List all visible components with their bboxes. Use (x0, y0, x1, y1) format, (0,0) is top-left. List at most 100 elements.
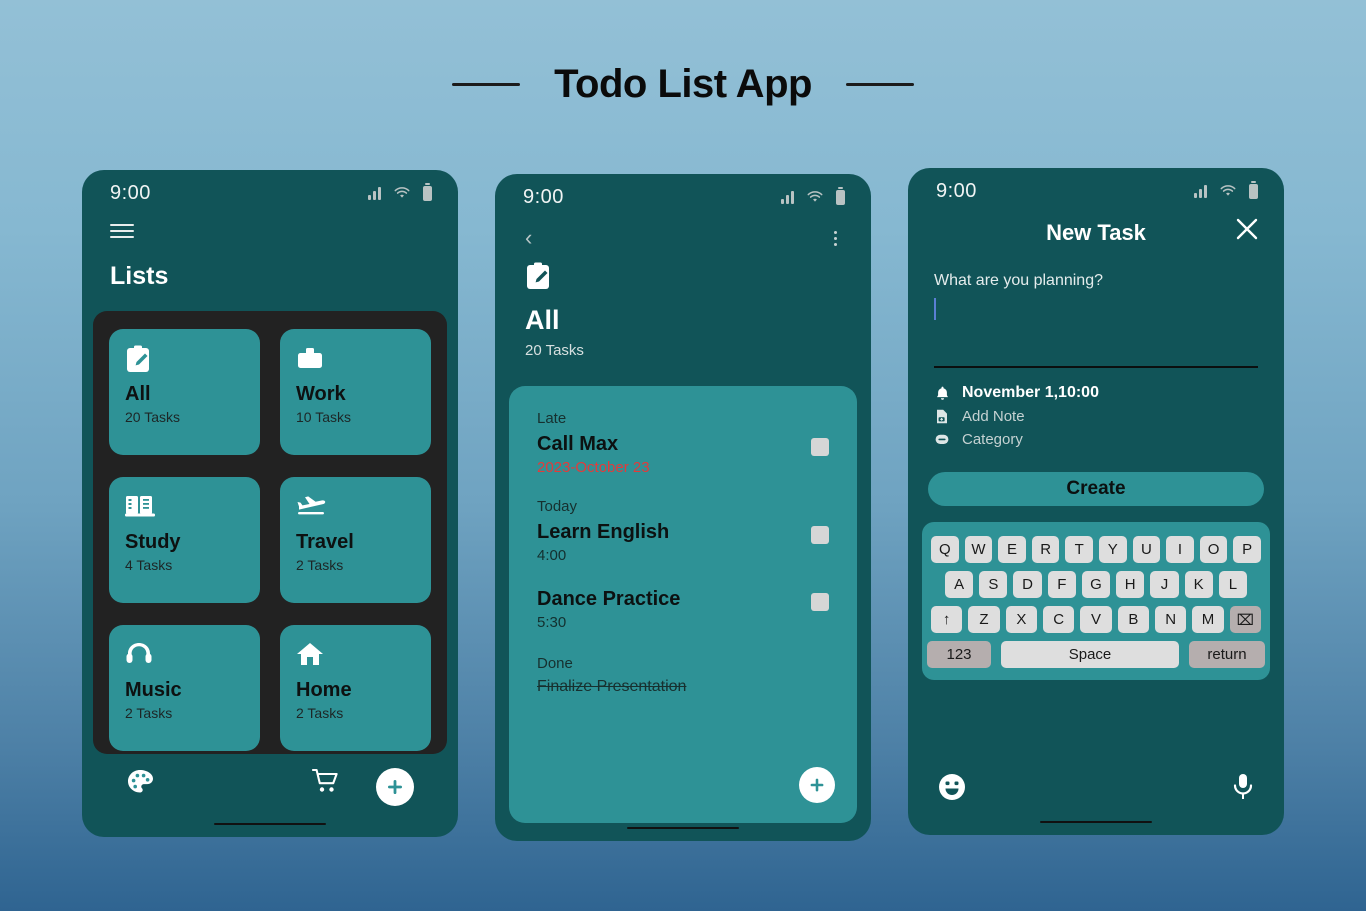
numbers-key[interactable]: 123 (927, 641, 991, 668)
key-o[interactable]: O (1199, 536, 1228, 563)
list-card-name: Music (125, 679, 182, 701)
task-checkbox[interactable] (811, 526, 829, 544)
list-card-study[interactable]: Study 4 Tasks (109, 477, 260, 603)
tag-icon (934, 434, 950, 445)
list-card-count: 2 Tasks (125, 705, 173, 721)
key-f[interactable]: F (1047, 571, 1076, 598)
wifi-icon (807, 191, 823, 203)
key-g[interactable]: G (1081, 571, 1111, 598)
status-time: 9:00 (936, 179, 977, 202)
list-card-home[interactable]: Home 2 Tasks (280, 625, 431, 751)
new-task-title: New Task (1046, 220, 1146, 245)
status-icons (1194, 180, 1258, 199)
task-meta: 5:30 (537, 614, 567, 631)
task-row[interactable]: Call Max 2023-October 23 (537, 433, 829, 476)
list-card-travel[interactable]: Travel 2 Tasks (280, 477, 431, 603)
clipboard-pencil-icon (125, 345, 244, 375)
key-s[interactable]: S (979, 571, 1008, 598)
option-category[interactable]: Category (934, 431, 1258, 448)
key-m[interactable]: M (1192, 606, 1224, 633)
create-task-button[interactable]: Create (928, 472, 1264, 506)
key-r[interactable]: R (1031, 536, 1060, 563)
key-h[interactable]: H (1116, 571, 1145, 598)
key-q[interactable]: Q (931, 536, 959, 563)
task-name-input[interactable] (934, 290, 1258, 366)
key-n[interactable]: N (1154, 606, 1187, 633)
key-p[interactable]: P (1233, 536, 1261, 563)
key-a[interactable]: A (945, 571, 974, 598)
emoji-face-icon[interactable] (938, 773, 966, 806)
task-title: Dance Practice (537, 588, 681, 610)
list-card-work[interactable]: Work 10 Tasks (280, 329, 431, 455)
lists-grid: All 20 Tasks Work 10 Tasks Study 4 Tasks (109, 329, 431, 751)
shopping-cart-icon[interactable] (311, 768, 340, 799)
kebab-menu-icon[interactable] (830, 227, 841, 250)
task-row[interactable]: Finalize Presentation (537, 678, 829, 696)
key-t[interactable]: T (1065, 536, 1093, 563)
task-input-prompt: What are you planning? (934, 272, 1103, 289)
key-d[interactable]: D (1013, 571, 1042, 598)
option-reminder[interactable]: November 1,10:00 (934, 384, 1258, 402)
status-icons (368, 182, 432, 201)
wifi-icon (1220, 185, 1236, 197)
home-icon (296, 641, 415, 671)
clipboard-pencil-icon (525, 262, 841, 295)
airplane-icon (296, 493, 415, 523)
backspace-key[interactable]: ⌧ (1229, 606, 1261, 633)
key-x[interactable]: X (1005, 606, 1037, 633)
space-key[interactable]: Space (1001, 641, 1179, 668)
key-l[interactable]: L (1218, 571, 1247, 598)
key-z[interactable]: Z (968, 606, 1000, 633)
key-e[interactable]: E (998, 536, 1026, 563)
key-v[interactable]: V (1080, 606, 1112, 633)
shift-key[interactable]: ↑ (931, 606, 963, 633)
key-u[interactable]: U (1132, 536, 1161, 563)
key-i[interactable]: I (1166, 536, 1194, 563)
task-row[interactable]: Dance Practice 5:30 (537, 588, 829, 631)
page-title-bar: Todo List App (0, 62, 1366, 107)
task-checkbox[interactable] (811, 593, 829, 611)
key-b[interactable]: B (1117, 606, 1149, 633)
palette-icon[interactable] (126, 768, 154, 801)
keyboard-row-1: Q W E R T Y U I O P (931, 536, 1261, 563)
status-bar: 9:00 (82, 170, 458, 216)
phone-screen-new-task: 9:00 New Task What are you planning? Nov… (908, 168, 1284, 835)
status-time: 9:00 (110, 181, 151, 204)
task-row[interactable]: Learn English 4:00 (537, 521, 829, 564)
task-title: Call Max (537, 433, 619, 455)
top-bar (82, 216, 458, 246)
return-key[interactable]: return (1189, 641, 1265, 668)
battery-icon (423, 182, 432, 201)
note-add-icon (934, 409, 950, 424)
option-add-note[interactable]: Add Note (934, 408, 1258, 425)
list-card-name: All (125, 383, 151, 405)
list-card-music[interactable]: Music 2 Tasks (109, 625, 260, 751)
key-k[interactable]: K (1184, 571, 1213, 598)
task-input-section: What are you planning? (908, 250, 1284, 368)
key-y[interactable]: Y (1099, 536, 1127, 563)
task-checkbox[interactable] (811, 438, 829, 456)
plus-circle-icon[interactable] (799, 767, 835, 803)
on-screen-keyboard: Q W E R T Y U I O P A S D F G H J K L ↑ … (922, 522, 1270, 680)
signal-bars-icon (1194, 184, 1207, 198)
battery-icon (1249, 180, 1258, 199)
books-icon (125, 493, 244, 523)
plus-circle-icon[interactable] (376, 768, 414, 806)
close-x-icon[interactable] (1234, 216, 1260, 247)
title-rule-right (845, 83, 914, 86)
bottom-bar (908, 757, 1284, 835)
tasks-card: Late Call Max 2023-October 23 Today Lear… (509, 386, 857, 823)
nav-bar: New Task (908, 214, 1284, 250)
hamburger-menu-icon[interactable] (110, 216, 134, 246)
microphone-icon[interactable] (1232, 773, 1254, 806)
list-card-count: 10 Tasks (296, 409, 351, 425)
home-indicator (627, 827, 739, 829)
chevron-left-icon[interactable]: ‹ (525, 227, 532, 249)
task-group-late: Late Call Max 2023-October 23 (537, 410, 829, 476)
key-j[interactable]: J (1150, 571, 1179, 598)
list-card-all[interactable]: All 20 Tasks (109, 329, 260, 455)
key-w[interactable]: W (964, 536, 993, 563)
key-c[interactable]: C (1043, 606, 1075, 633)
status-bar: 9:00 (908, 168, 1284, 214)
signal-bars-icon (368, 186, 381, 200)
